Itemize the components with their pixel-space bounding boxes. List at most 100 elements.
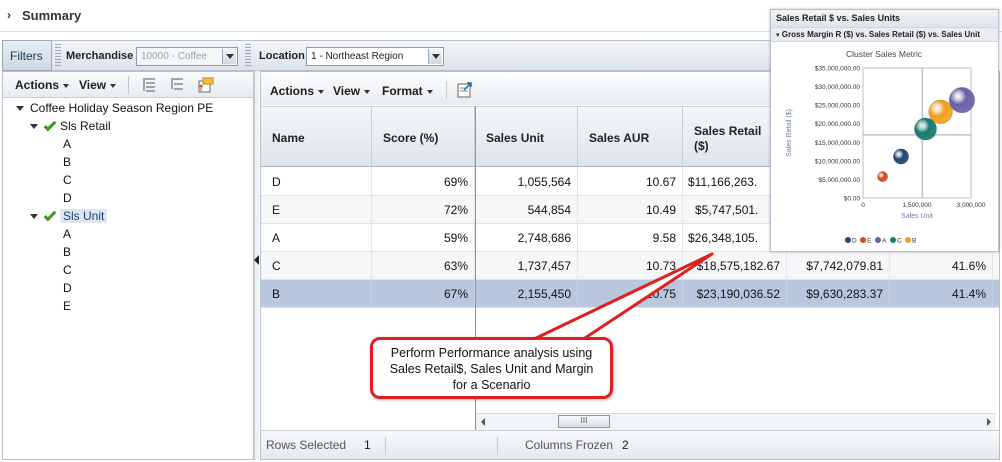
collapse-all-icon[interactable] [169,77,185,93]
expand-icon[interactable] [30,214,38,220]
view-menu-label: View [79,78,107,92]
checkmark-icon [43,208,57,222]
tree-leaf-label: B [63,245,72,259]
tree-leaf[interactable]: C [16,171,252,189]
tree-leaf[interactable]: D [16,189,252,207]
filter-grip-handle[interactable] [55,44,61,68]
caret-down-icon [318,89,325,94]
checkmark-icon [43,118,57,132]
toolbar-separator [128,76,129,94]
tree-node-sls-unit[interactable]: Sls Unit [16,207,252,225]
legend-swatch [845,237,851,243]
columns-frozen-count: 2 [622,438,629,452]
column-header-score[interactable]: Score (%) [372,107,475,168]
chart-panel-subtitle[interactable]: ▾ Gross Margin R ($) vs. Sales Retail ($… [771,27,998,42]
tree-leaf[interactable]: B [16,243,252,261]
grid-format-menu[interactable]: Format [382,84,433,98]
summary-title: Summary [22,8,82,23]
y-tick-label: $20,000,000.00 [815,121,861,128]
y-tick-label: $15,000,000.00 [815,140,861,147]
tree-leaf[interactable]: A [16,225,252,243]
caret-down-icon [364,89,371,94]
cell-score: 69% [372,168,475,196]
y-tick-label: $10,000,000.00 [815,158,861,165]
toolbar-separator [446,81,447,99]
actions-menu[interactable]: Actions [15,78,70,92]
dropdown-arrow-icon[interactable] [222,49,236,64]
grid-toolbar: Actions View Format [261,76,771,105]
cell-gross-margin: $9,630,283.37 [787,280,890,308]
chevron-down-icon[interactable]: ▾ [776,32,780,39]
cell-sales-aur: 10.67 [578,168,683,196]
grid-view-label: View [333,84,361,98]
horizontal-scrollbar[interactable] [476,413,996,430]
x-tick-label: 3,000,000 [957,202,986,209]
bubble-chart: Cluster Sales Metric $0.00 $5,000,000.00 $1… [786,49,986,245]
tree-node-label: Sls Retail [60,119,111,133]
legend-label: D [852,238,857,245]
export-icon[interactable] [455,81,473,99]
filters-tab[interactable]: Filters [2,40,52,71]
scroll-left-icon[interactable] [481,418,485,426]
chevron-right-icon[interactable]: › [7,8,11,22]
tree-node-label-selected: Sls Unit [60,209,108,223]
legend-label: E [867,238,872,245]
pivot-icon[interactable] [197,76,215,94]
merchandise-select[interactable]: 10000 - Coffee [136,47,238,66]
column-header-sales-aur[interactable]: Sales AUR [578,107,683,168]
callout-line: for a Scenario [452,378,531,392]
dropdown-arrow-icon[interactable] [428,49,442,64]
legend-swatch [890,237,896,243]
collapse-left-icon[interactable] [254,255,259,265]
status-separator [497,437,498,455]
expand-icon[interactable] [30,124,38,130]
tree-leaf[interactable]: C [16,261,252,279]
column-header-label: Sales AUR [589,131,650,145]
cell-name: B [261,280,372,308]
tree-node-sls-retail[interactable]: Sls Retail [16,117,252,135]
chart-title: Cluster Sales Metric [846,49,923,59]
chart-metric-label: Gross Margin R ($) vs. Sales Retail ($) … [781,30,981,39]
status-bar: Rows Selected 1 Columns Frozen 2 [261,430,999,459]
merchandise-value: 10000 - Coffee [141,51,207,62]
tree-leaf[interactable]: B [16,153,252,171]
tree-leaf-label: D [63,281,72,295]
tree-root[interactable]: Coffee Holiday Season Region PE [16,99,252,117]
caret-down-icon [110,83,117,88]
legend-label: C [897,238,902,245]
cell-margin-pct: 41.4% [890,280,993,308]
tree-leaf-label: E [63,299,72,313]
panel-splitter[interactable] [254,71,259,460]
cell-name: E [261,196,372,224]
callout-pointer [530,252,714,342]
grid-actions-menu[interactable]: Actions [270,84,325,98]
tree-leaf[interactable]: D [16,279,252,297]
location-select[interactable]: 1 - Northeast Region [306,47,444,66]
filter-grip-handle-2[interactable] [245,44,251,68]
grid-format-label: Format [382,84,423,98]
callout-line: Perform Performance analysis using [390,346,593,360]
scrollbar-thumb[interactable]: III [558,415,610,428]
callout-line: Sales Retail$, Sales Unit and Margin [389,362,594,376]
expand-all-icon[interactable] [141,77,157,93]
legend-swatch [860,237,866,243]
left-toolbar: Actions View [3,72,253,98]
y-axis-label: Sales Retail ($) [786,109,793,157]
column-header-sales-unit[interactable]: Sales Unit [475,107,578,168]
column-header-name[interactable]: Name [261,107,372,168]
view-menu[interactable]: View [79,78,117,92]
caret-down-icon [63,83,70,88]
expand-icon[interactable] [16,106,24,112]
x-tick-label: 0 [861,202,865,209]
x-tick-label: 1,500,000 [903,202,932,209]
grid-view-menu[interactable]: View [333,84,371,98]
bubble-point-b [928,99,953,125]
annotation-callout: Perform Performance analysis using Sales… [370,337,613,399]
column-header-label: Score (%) [383,131,439,145]
scroll-right-icon[interactable] [987,418,991,426]
merchandise-label: Merchandise [66,50,134,62]
rows-selected-count: 1 [364,438,371,452]
location-label: Location [259,50,305,62]
tree-leaf[interactable]: E [16,297,252,315]
tree-leaf[interactable]: A [16,135,252,153]
